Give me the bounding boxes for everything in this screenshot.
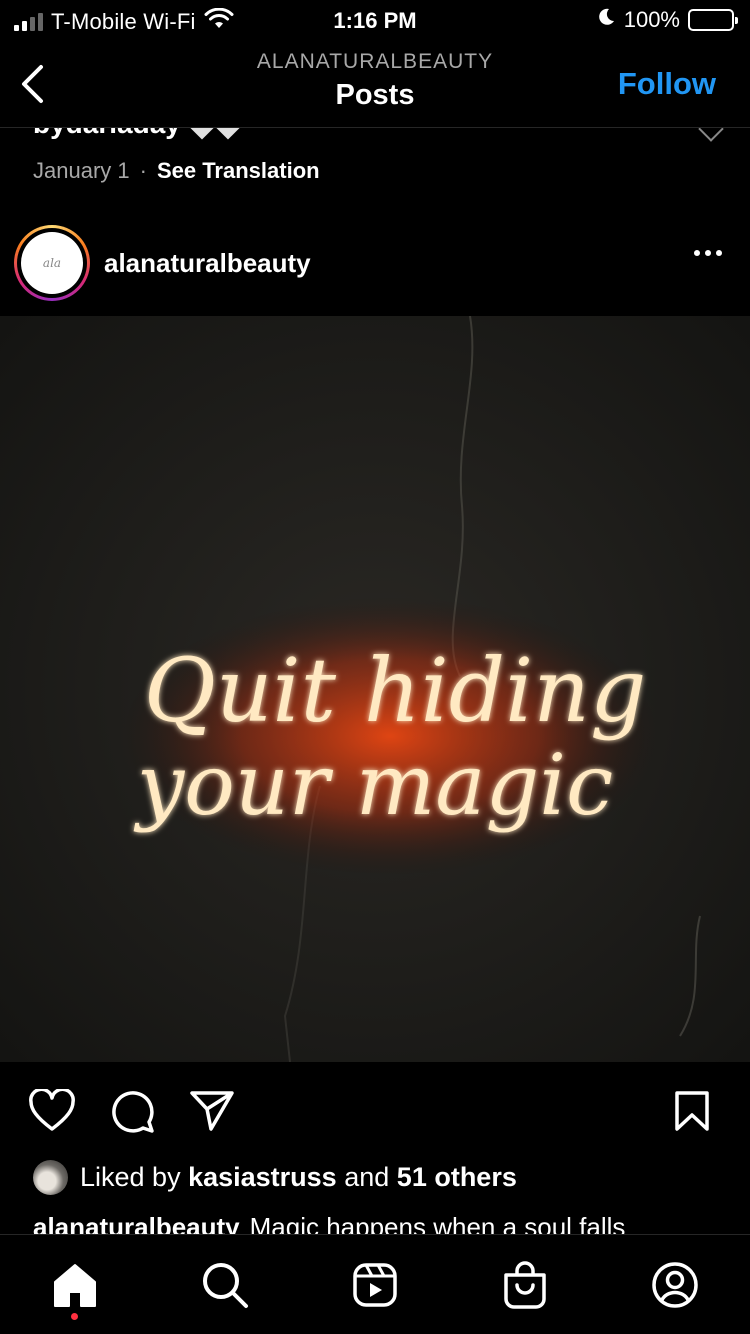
tab-home[interactable]: [47, 1257, 103, 1313]
post-username[interactable]: alanaturalbeauty: [104, 248, 311, 279]
top-nav: ALANATURALBEAUTY Posts Follow: [0, 42, 750, 128]
likes-and: and: [344, 1162, 390, 1192]
previous-caption: bydarladay: [33, 128, 244, 140]
chevron-down-icon[interactable]: [698, 128, 724, 142]
post-caption[interactable]: alanaturalbeauty Magic happens when a sou…: [33, 1212, 723, 1234]
send-icon: [190, 1091, 234, 1131]
status-bar: T-Mobile Wi-Fi 1:16 PM 100%: [0, 0, 750, 42]
more-options-icon[interactable]: [694, 250, 722, 256]
shop-icon: [504, 1261, 546, 1309]
post-actions: [0, 1086, 750, 1140]
diamond-emoji-icon: [186, 128, 244, 140]
share-button[interactable]: [187, 1086, 237, 1136]
profile-icon: [652, 1262, 698, 1308]
meta-separator: ·: [139, 158, 147, 183]
reels-icon: [353, 1263, 397, 1307]
story-ring[interactable]: ala: [14, 225, 90, 301]
battery-percent: 100%: [623, 7, 680, 32]
search-icon: [203, 1263, 248, 1308]
liker-avatar: [33, 1160, 68, 1195]
previous-caption-text: bydarladay: [33, 128, 181, 140]
post-image[interactable]: Quit hiding your magic: [0, 316, 750, 1062]
post-header: ala alanaturalbeauty: [0, 224, 750, 304]
neon-text-line2: your magic: [133, 736, 613, 834]
home-icon: [54, 1264, 96, 1307]
avatar: ala: [21, 232, 83, 294]
post-date: January 1: [33, 158, 130, 183]
save-button[interactable]: [667, 1086, 717, 1136]
bookmark-icon: [675, 1091, 709, 1131]
like-button[interactable]: [27, 1086, 77, 1136]
tab-bar: [0, 1234, 750, 1334]
likes-others[interactable]: 51 others: [397, 1162, 517, 1192]
previous-post-meta: January 1 · See Translation: [33, 158, 320, 184]
neon-text-line1: Quit hiding: [144, 639, 647, 742]
status-right: 100%: [596, 7, 738, 33]
tab-reels[interactable]: [347, 1257, 403, 1313]
see-translation-link[interactable]: See Translation: [157, 158, 320, 184]
tab-search[interactable]: [197, 1257, 253, 1313]
follow-button[interactable]: Follow: [618, 66, 716, 102]
likes-prefix: Liked by: [80, 1162, 181, 1192]
caption-text: Magic happens when a soul falls: [249, 1212, 626, 1234]
liked-by-user[interactable]: kasiastruss: [188, 1162, 337, 1192]
comment-icon: [112, 1091, 154, 1133]
caption-username[interactable]: alanaturalbeauty: [33, 1212, 240, 1234]
likes-row[interactable]: Liked by kasiastruss and 51 others: [33, 1160, 517, 1195]
heart-icon: [29, 1089, 75, 1131]
battery-icon: [688, 9, 738, 31]
comment-button[interactable]: [107, 1086, 157, 1136]
notification-dot: [71, 1313, 78, 1320]
tab-profile[interactable]: [647, 1257, 703, 1313]
tab-shop[interactable]: [497, 1257, 553, 1313]
moon-icon: [596, 7, 616, 33]
previous-post-footer: bydarladay January 1 · See Translation: [0, 128, 750, 208]
